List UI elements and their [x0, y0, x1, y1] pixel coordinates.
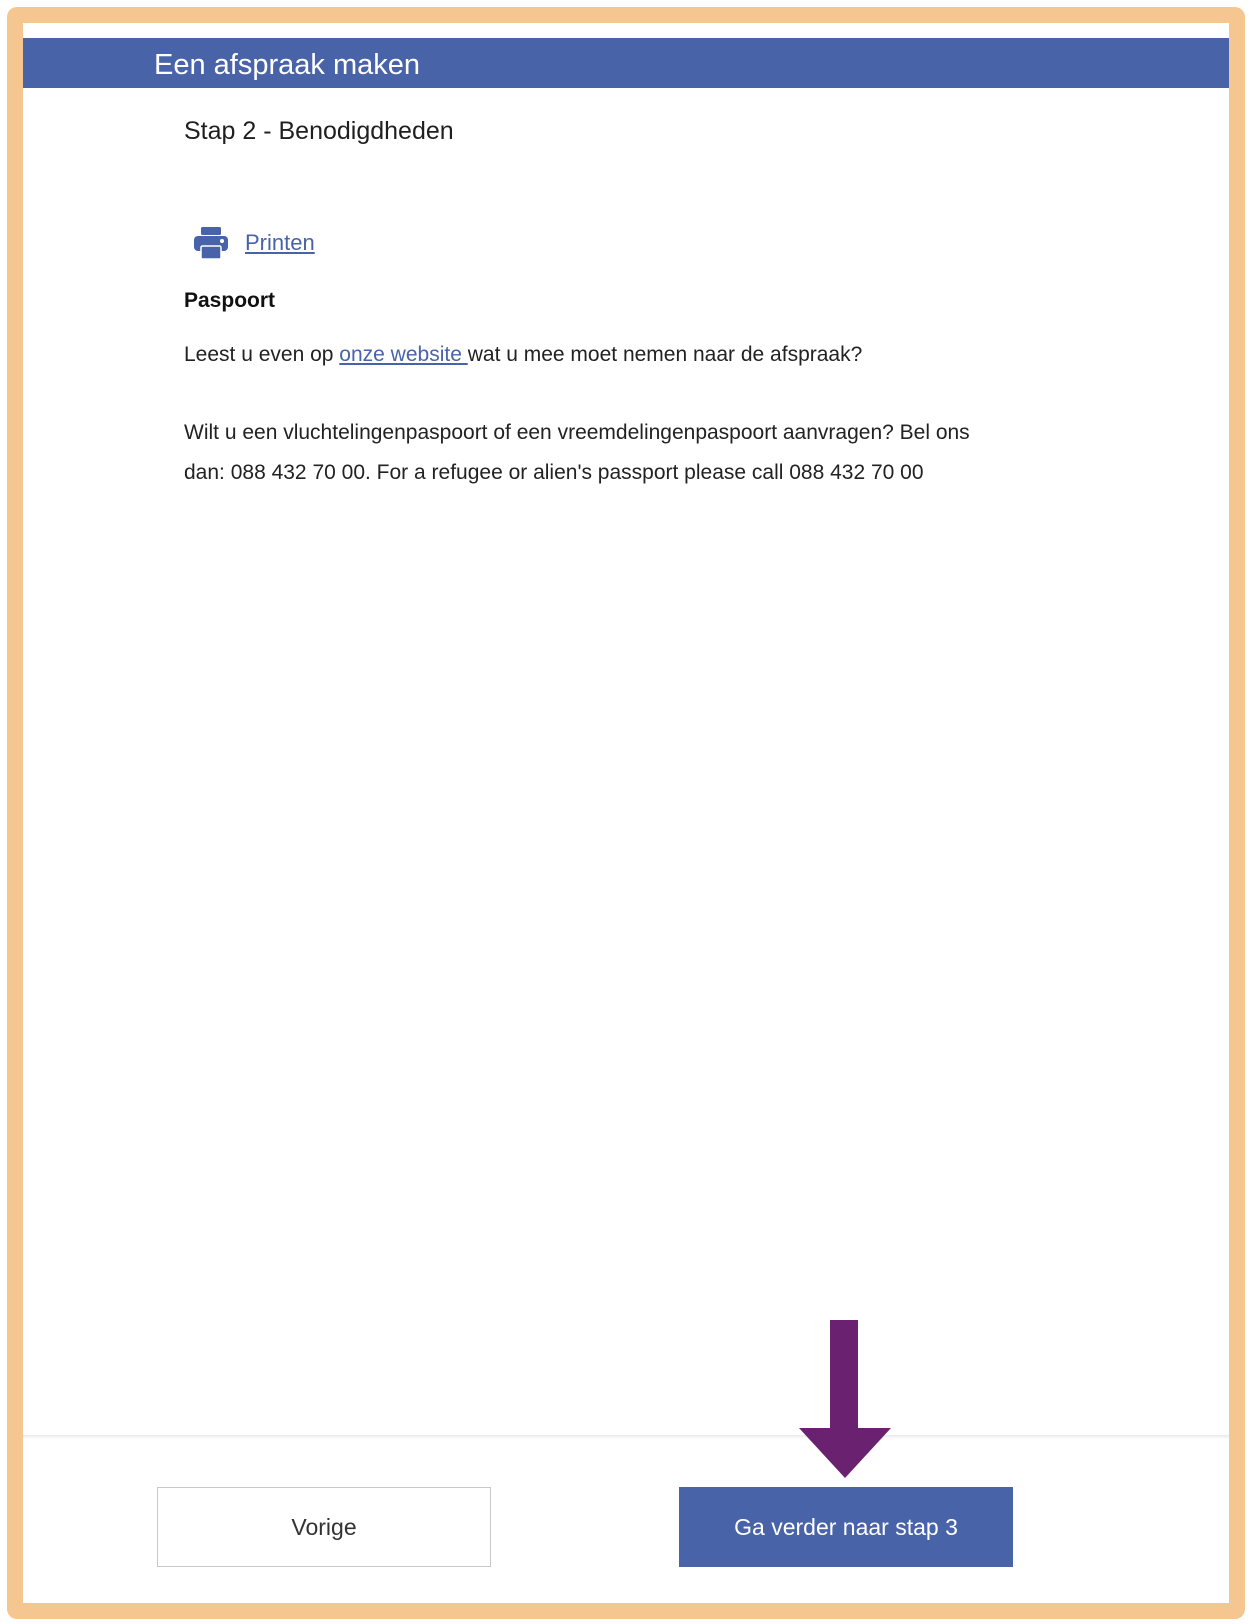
printer-icon[interactable] — [193, 226, 229, 260]
website-link[interactable]: onze website — [339, 343, 467, 366]
info-text-after: wat u mee moet nemen naar de afspraak? — [467, 343, 863, 366]
arrow-down-icon — [799, 1320, 891, 1478]
print-link[interactable]: Printen — [245, 230, 315, 256]
previous-button[interactable]: Vorige — [157, 1487, 491, 1567]
step-title: Stap 2 - Benodigdheden — [184, 117, 454, 145]
info-paragraph: Leest u even op onze website wat u mee m… — [184, 335, 862, 375]
next-step-button[interactable]: Ga verder naar stap 3 — [679, 1487, 1013, 1567]
print-action[interactable]: Printen — [193, 225, 315, 261]
page-title: Een afspraak maken — [154, 49, 420, 81]
refugee-passport-paragraph: Wilt u een vluchtelingenpaspoort of een … — [184, 421, 970, 484]
screenshot-frame: Een afspraak maken Stap 2 - Benodigdhede… — [7, 7, 1245, 1619]
header-bar: Een afspraak maken — [23, 38, 1229, 88]
info-text-before: Leest u even op — [184, 343, 340, 366]
footer-divider — [23, 1435, 1229, 1439]
section-heading: Paspoort — [184, 289, 276, 312]
